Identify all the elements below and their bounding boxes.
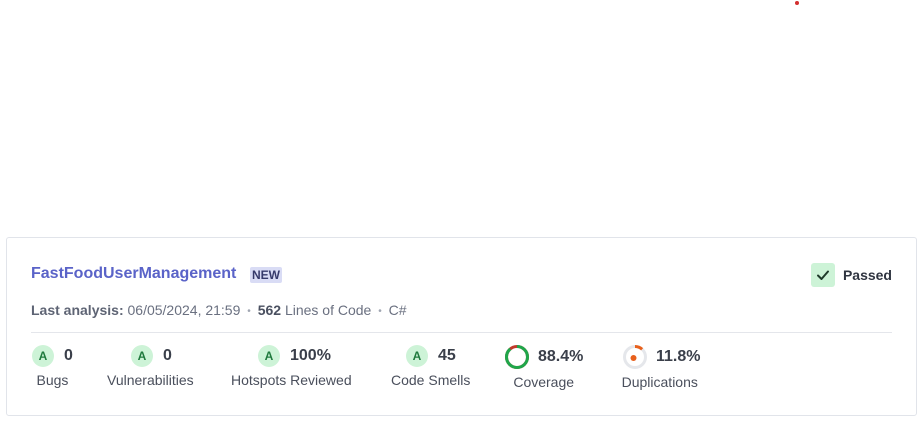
hotspots-value[interactable]: 100%: [290, 347, 331, 365]
last-analysis-date: 06/05/2024, 21:59: [127, 302, 241, 318]
check-icon: [810, 263, 835, 287]
coverage-ring-arc: [505, 345, 529, 369]
metric-coverage[interactable]: 88.4% Coverage: [504, 343, 583, 390]
code-smells-rating-badge: A: [406, 345, 428, 367]
metric-duplications[interactable]: 11.8% Duplications: [619, 343, 700, 390]
project-name-link[interactable]: FastFoodUserManagement: [31, 265, 236, 283]
quality-gate-status: Passed: [810, 262, 892, 288]
vulnerabilities-label: Vulnerabilities: [107, 372, 194, 388]
code-smells-value[interactable]: 45: [438, 347, 456, 365]
code-smells-label: Code Smells: [391, 372, 471, 388]
analysis-meta: Last analysis: 06/05/2024, 21:59 • 562 L…: [31, 302, 407, 318]
metric-bugs[interactable]: A 0 Bugs: [32, 344, 73, 388]
project-card: FastFoodUserManagement NEW Passed Last a…: [6, 237, 917, 416]
bugs-label: Bugs: [36, 372, 69, 388]
metric-code-smells[interactable]: A 45 Code Smells: [391, 344, 470, 388]
vulnerabilities-rating-badge: A: [131, 345, 153, 367]
vulnerabilities-value[interactable]: 0: [163, 347, 172, 365]
language-label: C#: [388, 302, 407, 318]
new-badge: NEW: [250, 267, 282, 283]
bugs-rating-badge: A: [32, 345, 54, 367]
duplications-ring-icon: [623, 345, 647, 369]
duplications-label: Duplications: [621, 374, 698, 390]
hotspots-label: Hotspots Reviewed: [231, 372, 352, 388]
divider: [31, 332, 892, 333]
bugs-value[interactable]: 0: [64, 347, 73, 365]
coverage-label: Coverage: [513, 374, 575, 390]
metric-vulnerabilities[interactable]: A 0 Vulnerabilities: [107, 344, 194, 388]
last-analysis-prefix: Last analysis:: [31, 302, 124, 318]
hotspots-rating-badge: A: [258, 345, 280, 367]
status-label: Passed: [842, 267, 892, 283]
duplications-dot: [630, 355, 637, 361]
notification-dot: [795, 1, 799, 5]
metric-hotspots[interactable]: A 100% Hotspots Reviewed: [231, 344, 352, 388]
duplications-value[interactable]: 11.8%: [656, 348, 700, 366]
coverage-ring-icon: [505, 345, 529, 369]
meta-separator: •: [378, 306, 382, 317]
lines-of-code-count: 562: [257, 302, 282, 318]
meta-separator: •: [247, 306, 251, 317]
lines-of-code-label: Lines of Code: [284, 302, 372, 318]
coverage-value[interactable]: 88.4%: [538, 348, 583, 366]
